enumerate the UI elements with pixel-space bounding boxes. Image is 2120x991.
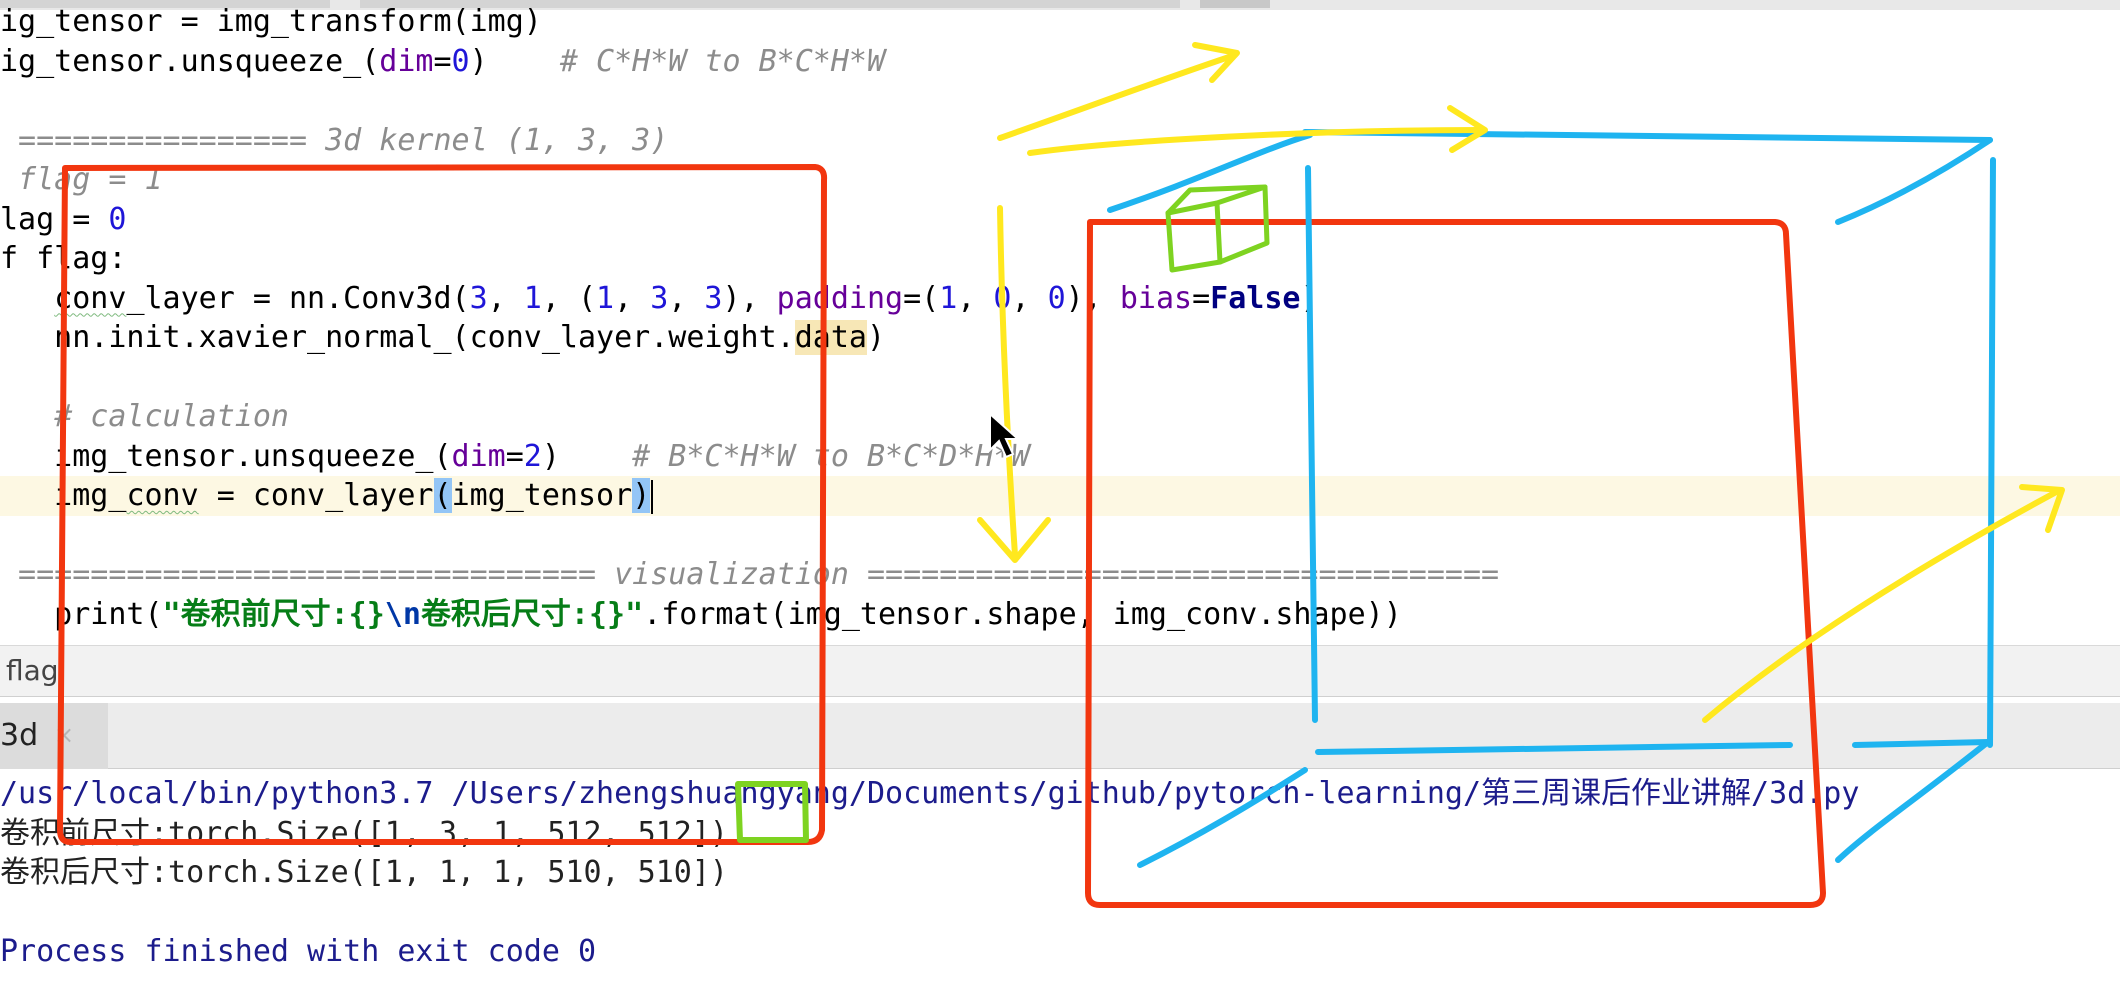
console-line: Process finished with exit code 0	[0, 934, 597, 969]
code-token: (	[433, 478, 452, 513]
code-line[interactable]: nn.init.xavier_normal_(conv_layer.weight…	[0, 318, 2120, 358]
code-token: ================================ visuali…	[0, 557, 1500, 592]
code-token: lag =	[0, 201, 109, 237]
code-token: = conv_layer	[198, 478, 434, 513]
code-token: .format(img_tensor.shape, img_conv.shape…	[643, 596, 1402, 632]
code-token: _layer = nn.Conv3d(	[126, 280, 470, 316]
code-token: # calculation	[54, 399, 289, 434]
code-token: , (	[541, 280, 597, 316]
code-line[interactable]: ig_tensor = img_transform(img)	[0, 2, 2120, 42]
code-token: 0	[108, 201, 127, 237]
code-token: img_tensor.unsqueeze_(	[0, 438, 452, 474]
code-token: "卷积前尺寸:{}	[162, 596, 385, 632]
run-tool-window-tabs: 3d ×	[0, 703, 2120, 769]
code-token: # B*C*H*W to B*C*D*H*W	[632, 438, 1030, 474]
code-line[interactable]	[0, 516, 2120, 556]
text-caret	[651, 479, 654, 514]
code-token: 0	[1047, 280, 1066, 316]
code-token: 1	[596, 280, 615, 316]
code-line[interactable]	[0, 358, 2120, 398]
code-line[interactable]: lag = 0	[0, 200, 2120, 240]
code-line[interactable]: conv_layer = nn.Conv3d(3, 1, (1, 3, 3), …	[0, 279, 2120, 319]
code-line[interactable]: f flag:	[0, 239, 2120, 279]
run-tab-label: 3d	[0, 718, 39, 753]
code-token: )	[469, 43, 560, 79]
code-line[interactable]: print("卷积前尺寸:{}\n卷积后尺寸:{}".format(img_te…	[0, 595, 2120, 635]
breadcrumb-item[interactable]: flag	[6, 654, 59, 687]
code-token: 3	[650, 280, 669, 316]
console-line: /usr/local/bin/python3.7 /Users/zhengshu…	[0, 776, 1860, 811]
code-token: img_tensor	[451, 478, 633, 513]
code-token: padding	[776, 280, 904, 316]
code-token: f flag:	[0, 241, 127, 276]
code-token: ,	[668, 280, 705, 316]
code-token: ,	[1011, 280, 1048, 316]
code-line-current[interactable]: img_conv = conv_layer(img_tensor)	[0, 476, 2120, 516]
code-token: img_	[0, 478, 127, 513]
code-token: dim	[379, 43, 434, 79]
code-token: \n	[384, 596, 421, 632]
code-token: ig_tensor = img_transform(img)	[0, 4, 542, 39]
close-icon[interactable]: ×	[54, 721, 74, 749]
code-token: data	[794, 320, 867, 355]
code-token: conv	[54, 280, 127, 316]
code-token: ,	[614, 280, 651, 316]
code-token: ================ 3d kernel (1, 3, 3)	[0, 122, 669, 158]
run-tab-3d[interactable]: 3d ×	[0, 703, 108, 769]
code-token: 1	[939, 280, 958, 316]
code-line[interactable]: img_tensor.unsqueeze_(dim=2) # B*C*H*W t…	[0, 437, 2120, 477]
code-token: 卷积后尺寸:{}"	[420, 596, 644, 632]
code-line[interactable]: ================================ visuali…	[0, 555, 2120, 595]
console-line: 卷积前尺寸:torch.Size([1, 3, 1, 512, 512])	[0, 815, 728, 851]
code-token: )	[632, 478, 651, 513]
code-token: print(	[0, 596, 163, 632]
code-token: 0	[993, 280, 1012, 316]
code-token: ig_tensor.unsqueeze_(	[0, 43, 380, 79]
code-line[interactable]: ================ 3d kernel (1, 3, 3)	[0, 121, 2120, 161]
code-token: nn.init.xavier_normal_(conv_layer.weight…	[0, 320, 795, 355]
code-token: =	[433, 43, 452, 79]
run-console-output[interactable]: /usr/local/bin/python3.7 /Users/zhengshu…	[0, 770, 2120, 991]
code-token: 3	[704, 280, 723, 316]
code-token: 0	[451, 43, 470, 79]
code-token: dim	[451, 438, 506, 474]
code-token: flag = 1	[0, 162, 163, 197]
code-token: conv	[126, 478, 199, 513]
code-token: =	[1192, 280, 1211, 316]
breadcrumb[interactable]: flag	[0, 645, 2120, 697]
code-token: # C*H*W to B*C*H*W	[559, 43, 886, 79]
code-token: False	[1210, 280, 1301, 316]
code-token: )	[866, 320, 886, 355]
code-token: ),	[1065, 280, 1120, 316]
code-token: 1	[523, 280, 542, 316]
code-line[interactable]: # calculation	[0, 397, 2120, 437]
code-editor[interactable]: ig_tensor = img_transform(img) ig_tensor.…	[0, 0, 2120, 645]
code-token: ),	[722, 280, 777, 316]
code-token: )	[1300, 280, 1319, 316]
code-token: =(	[903, 280, 940, 316]
mouse-pointer-icon	[989, 412, 1020, 459]
code-token: 3	[469, 280, 488, 316]
code-token: ,	[957, 280, 994, 316]
code-line[interactable]: flag = 1	[0, 160, 2120, 200]
code-line[interactable]	[0, 81, 2120, 121]
code-token: ,	[487, 280, 524, 316]
code-token: 2	[523, 438, 542, 474]
console-line: 卷积后尺寸:torch.Size([1, 1, 1, 510, 510])	[0, 855, 728, 890]
code-line[interactable]: ig_tensor.unsqueeze_(dim=0) # C*H*W to B…	[0, 42, 2120, 82]
code-token: =	[505, 438, 524, 474]
code-token: bias	[1119, 280, 1193, 316]
code-token: )	[541, 438, 633, 474]
